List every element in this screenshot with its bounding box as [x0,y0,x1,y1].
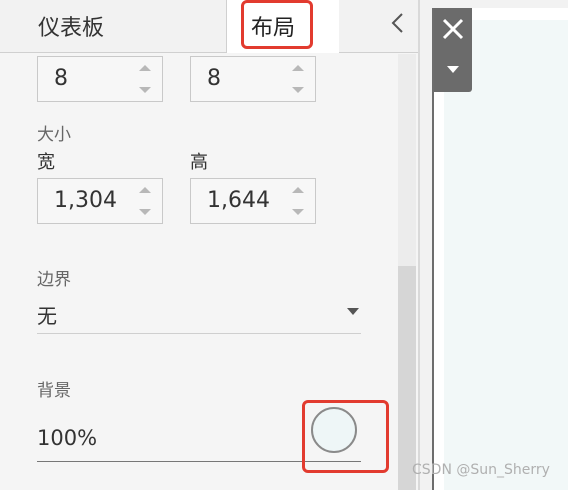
more-options-button[interactable] [434,52,472,86]
height-stepper[interactable]: 1,644 [190,178,316,224]
height-down-button[interactable] [281,201,315,223]
scrollbar-thumb[interactable] [398,266,416,490]
border-select-underline [37,333,361,334]
position-x-down-button[interactable] [128,79,162,101]
close-button[interactable] [434,10,472,48]
collapse-panel-button[interactable] [384,8,412,38]
dropdown-icon [447,65,459,73]
watermark: CSDN @Sun_Sherry [412,462,550,478]
size-label: 大小 [37,125,71,145]
height-value: 1,644 [207,188,270,213]
highlight-color-swatch [302,400,389,473]
close-icon [442,18,464,40]
spin-up-icon [292,187,304,193]
position-x-up-button[interactable] [128,57,162,79]
position-y-down-button[interactable] [281,79,315,101]
highlight-layout-tab [241,0,313,49]
border-select[interactable]: 无 [37,296,361,332]
dropdown-icon [347,308,359,315]
chevron-left-icon [391,13,403,33]
tab-dashboard[interactable]: 仪表板 [0,0,227,53]
width-value: 1,304 [54,188,117,213]
spin-down-icon [139,87,151,93]
position-y-value: 8 [207,66,221,91]
position-y-stepper[interactable]: 8 [190,56,316,102]
tab-dashboard-label: 仪表板 [38,16,105,41]
width-label: 宽 [37,152,55,173]
height-up-button[interactable] [281,179,315,201]
spin-up-icon [139,187,151,193]
background-label: 背景 [37,381,71,401]
width-up-button[interactable] [128,179,162,201]
height-label: 高 [190,152,208,173]
tab-bar: 仪表板 布局 [0,0,418,53]
width-down-button[interactable] [128,201,162,223]
width-stepper[interactable]: 1,304 [37,178,163,224]
position-y-up-button[interactable] [281,57,315,79]
spin-down-icon [139,209,151,215]
background-opacity-value: 100% [37,426,98,450]
spin-up-icon [292,65,304,71]
spin-up-icon [139,65,151,71]
spin-down-icon [292,209,304,215]
spin-down-icon [292,87,304,93]
border-label: 边界 [37,270,71,290]
position-x-stepper[interactable]: 8 [37,56,163,102]
border-select-value: 无 [37,304,57,328]
position-x-value: 8 [54,66,68,91]
background-opacity-input[interactable]: 100% [37,424,287,458]
